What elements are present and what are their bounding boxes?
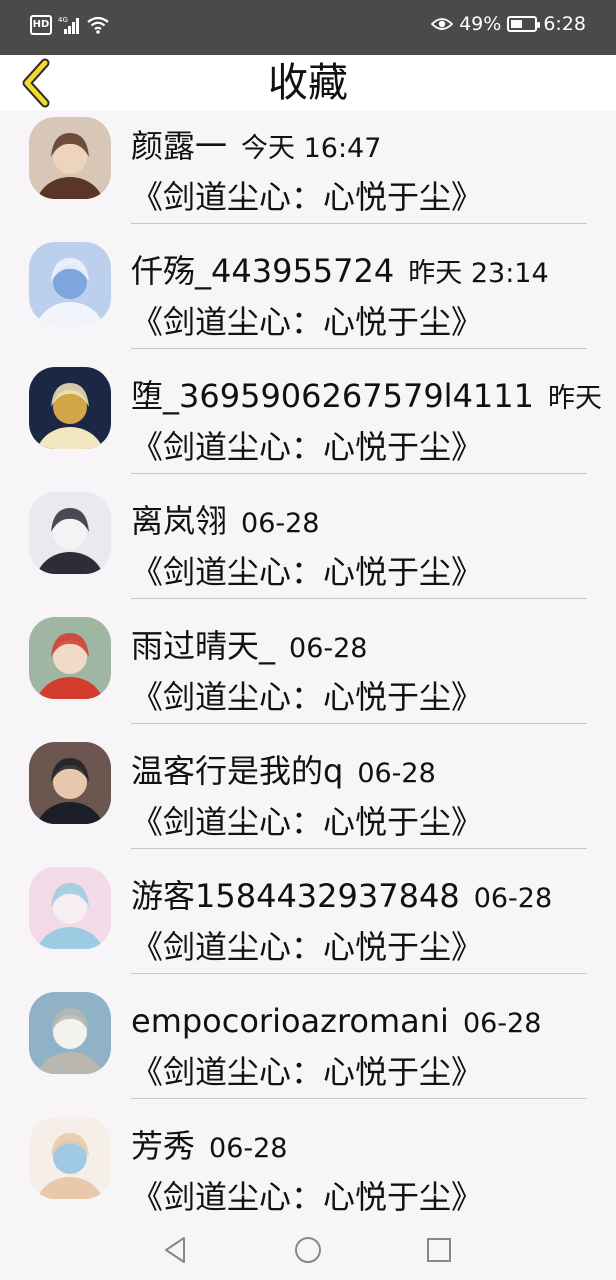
status-left: HD 4G xyxy=(30,15,110,35)
divider xyxy=(131,973,587,974)
app-header: 收藏 xyxy=(0,55,616,111)
status-bar: HD 4G 49% 6:28 xyxy=(0,0,616,55)
item-header: 堕_3695906267579l4111 昨天 xyxy=(131,373,602,422)
status-right: 49% 6:28 xyxy=(431,13,586,35)
recents-square-icon[interactable] xyxy=(424,1235,454,1265)
avatar[interactable] xyxy=(29,867,111,949)
timestamp: 06-28 xyxy=(209,1133,288,1164)
book-title[interactable]: 《剑道尘心：心悦于尘》 xyxy=(131,299,483,345)
timestamp: 昨天 xyxy=(548,383,603,414)
list-item[interactable]: 温客行是我的q 06-28 《剑道尘心：心悦于尘》 xyxy=(0,736,616,861)
user-name[interactable]: 芳秀 xyxy=(131,1127,195,1165)
clock: 6:28 xyxy=(543,13,586,35)
list-item[interactable]: 雨过晴天_ 06-28 《剑道尘心：心悦于尘》 xyxy=(0,611,616,736)
book-title[interactable]: 《剑道尘心：心悦于尘》 xyxy=(131,174,483,220)
user-name[interactable]: empocorioazromani xyxy=(131,1002,449,1040)
signal-icon: 4G xyxy=(58,16,79,34)
user-name[interactable]: 堕_3695906267579l4111 xyxy=(131,377,534,415)
user-name[interactable]: 仟殇_443955724 xyxy=(131,252,394,290)
avatar[interactable] xyxy=(29,492,111,574)
item-header: 芳秀 06-28 xyxy=(131,1123,287,1172)
avatar[interactable] xyxy=(29,992,111,1074)
avatar[interactable] xyxy=(29,242,111,324)
item-header: 仟殇_443955724 昨天 23:14 xyxy=(131,248,549,297)
battery-level xyxy=(511,20,523,28)
user-name[interactable]: 雨过晴天_ xyxy=(131,627,275,665)
timestamp: 06-28 xyxy=(241,508,320,539)
divider xyxy=(131,723,587,724)
list-item[interactable]: 离岚翎 06-28 《剑道尘心：心悦于尘》 xyxy=(0,486,616,611)
user-name[interactable]: 颜露一 xyxy=(131,127,227,165)
item-header: 颜露一 今天 16:47 xyxy=(131,123,381,172)
book-title[interactable]: 《剑道尘心：心悦于尘》 xyxy=(131,799,483,845)
user-name[interactable]: 离岚翎 xyxy=(131,502,227,540)
timestamp: 今天 16:47 xyxy=(241,133,382,164)
item-header: 温客行是我的q 06-28 xyxy=(131,748,436,797)
svg-text:4G: 4G xyxy=(58,16,68,24)
avatar[interactable] xyxy=(29,617,111,699)
divider xyxy=(131,1098,587,1099)
wifi-icon xyxy=(87,16,109,34)
battery-icon xyxy=(507,16,541,32)
timestamp: 昨天 23:14 xyxy=(408,258,549,289)
user-name[interactable]: 游客1584432937848 xyxy=(131,877,460,915)
book-title[interactable]: 《剑道尘心：心悦于尘》 xyxy=(131,674,483,720)
list-item[interactable]: 芳秀 06-28 《剑道尘心：心悦于尘》 xyxy=(0,1111,616,1220)
favorites-list[interactable]: 颜露一 今天 16:47 《剑道尘心：心悦于尘》 仟殇_443955724 昨天 23:… xyxy=(0,111,616,1220)
book-title[interactable]: 《剑道尘心：心悦于尘》 xyxy=(131,549,483,595)
item-header: 离岚翎 06-28 xyxy=(131,498,319,547)
battery-percent: 49% xyxy=(459,13,502,35)
divider xyxy=(131,348,587,349)
avatar[interactable] xyxy=(29,1117,111,1199)
book-title[interactable]: 《剑道尘心：心悦于尘》 xyxy=(131,924,483,970)
avatar[interactable] xyxy=(29,367,111,449)
timestamp: 06-28 xyxy=(357,758,436,789)
user-name[interactable]: 温客行是我的q xyxy=(131,752,343,790)
list-item[interactable]: 颜露一 今天 16:47 《剑道尘心：心悦于尘》 xyxy=(0,111,616,236)
timestamp: 06-28 xyxy=(462,1008,542,1039)
divider xyxy=(131,598,587,599)
system-nav-bar xyxy=(0,1220,616,1280)
divider xyxy=(131,473,587,474)
divider xyxy=(131,223,587,224)
timestamp: 06-28 xyxy=(473,883,553,914)
hd-icon: HD xyxy=(30,15,52,35)
list-item[interactable]: 堕_3695906267579l4111 昨天《剑道尘心：心悦于尘》 xyxy=(0,361,616,486)
list-item[interactable]: 游客1584432937848 06-28 《剑道尘心：心悦于尘》 xyxy=(0,861,616,986)
item-header: 游客1584432937848 06-28 xyxy=(131,873,552,922)
avatar[interactable] xyxy=(29,742,111,824)
book-title[interactable]: 《剑道尘心：心悦于尘》 xyxy=(131,1174,483,1220)
avatar[interactable] xyxy=(29,117,111,199)
item-header: 雨过晴天_ 06-28 xyxy=(131,623,367,672)
page-title: 收藏 xyxy=(268,60,348,106)
list-item[interactable]: empocorioazromani 06-28 《剑道尘心：心悦于尘》 xyxy=(0,986,616,1111)
timestamp: 06-28 xyxy=(289,633,368,664)
home-circle-icon[interactable] xyxy=(293,1235,323,1265)
back-triangle-icon[interactable] xyxy=(160,1235,190,1265)
book-title[interactable]: 《剑道尘心：心悦于尘》 xyxy=(131,1049,483,1095)
divider xyxy=(131,848,587,849)
book-title[interactable]: 《剑道尘心：心悦于尘》 xyxy=(131,424,483,470)
list-item[interactable]: 仟殇_443955724 昨天 23:14 《剑道尘心：心悦于尘》 xyxy=(0,236,616,361)
eye-comfort-icon xyxy=(431,18,454,30)
item-header: empocorioazromani 06-28 xyxy=(131,998,541,1047)
